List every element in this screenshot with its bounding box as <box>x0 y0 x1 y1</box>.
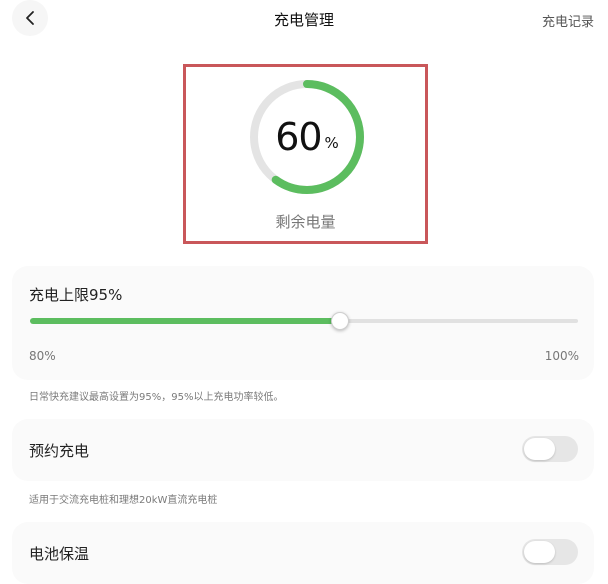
remaining-charge-label: 剩余电量 <box>275 213 336 231</box>
slider-fill <box>30 318 339 324</box>
battery-heating-card: 电池保温 <box>12 522 594 584</box>
battery-percent-unit: % <box>324 134 339 152</box>
charging-history-link[interactable]: 充电记录 <box>542 11 594 30</box>
toggle-knob <box>524 438 555 460</box>
battery-level-panel: 60 % 剩余电量 <box>183 64 428 244</box>
scheduled-charging-note: 适用于交流充电桩和理想20kW直流充电桩 <box>29 495 218 506</box>
charge-limit-note: 日常快充建议最高设置为95%，95%以上充电功率较低。 <box>29 392 284 403</box>
charge-limit-card: 充电上限95% 80% 100% <box>12 266 594 380</box>
slider-max-label: 100% <box>544 349 579 363</box>
slider-thumb[interactable] <box>330 312 349 330</box>
scheduled-charging-card: 预约充电 <box>12 419 594 481</box>
header: 充电管理 充电记录 <box>0 0 608 40</box>
battery-heating-label: 电池保温 <box>29 545 90 563</box>
toggle-knob <box>524 541 555 563</box>
battery-percent-value: 60 <box>275 115 322 159</box>
scheduled-charging-label: 预约充电 <box>29 442 90 460</box>
charge-limit-label: 充电上限95% <box>29 286 123 304</box>
slider-min-label: 80% <box>29 349 56 363</box>
charge-limit-slider[interactable] <box>30 312 578 330</box>
page-title: 充电管理 <box>273 11 334 29</box>
battery-heating-toggle[interactable] <box>522 539 578 565</box>
battery-percent: 60 % <box>246 76 368 198</box>
scheduled-charging-toggle[interactable] <box>522 436 578 462</box>
